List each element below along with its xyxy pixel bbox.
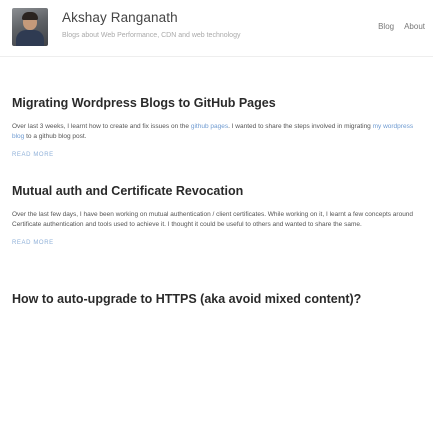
post-excerpt: Over the last few days, I have been work… [12,210,414,228]
nav-link-blog[interactable]: Blog [378,22,394,31]
excerpt-link-github-pages[interactable]: github pages [191,123,228,130]
read-more-link[interactable]: READ MORE [12,240,54,246]
site-title[interactable]: Akshay Ranganath [62,10,178,25]
post-item: How to auto-upgrade to HTTPS (aka avoid … [12,289,421,309]
nav-link-about[interactable]: About [404,22,425,31]
post-excerpt: Over last 3 weeks, I learnt how to creat… [12,122,421,142]
post-item: Migrating Wordpress Blogs to GitHub Page… [12,95,421,161]
top-nav: Blog About [378,22,425,31]
read-more-link[interactable]: READ MORE [12,152,54,158]
avatar-hair-shape [22,12,38,20]
site-tagline: Blogs about Web Performance, CDN and web… [62,32,241,39]
post-list: Migrating Wordpress Blogs to GitHub Page… [0,95,433,309]
post-item: Mutual auth and Certificate Revocation O… [12,183,421,249]
site-header: Akshay Ranganath Blogs about Web Perform… [0,0,433,57]
excerpt-text: . I wanted to share the steps involved i… [228,122,373,130]
avatar-body-shape [16,30,44,46]
excerpt-text: Over last 3 weeks, I learnt how to creat… [12,122,191,130]
post-title-link[interactable]: Mutual auth and Certificate Revocation [12,183,421,200]
post-title-link[interactable]: Migrating Wordpress Blogs to GitHub Page… [12,95,421,112]
post-title-link[interactable]: How to auto-upgrade to HTTPS (aka avoid … [12,289,421,309]
avatar[interactable] [12,8,48,46]
excerpt-text: to a github blog post. [24,132,87,140]
